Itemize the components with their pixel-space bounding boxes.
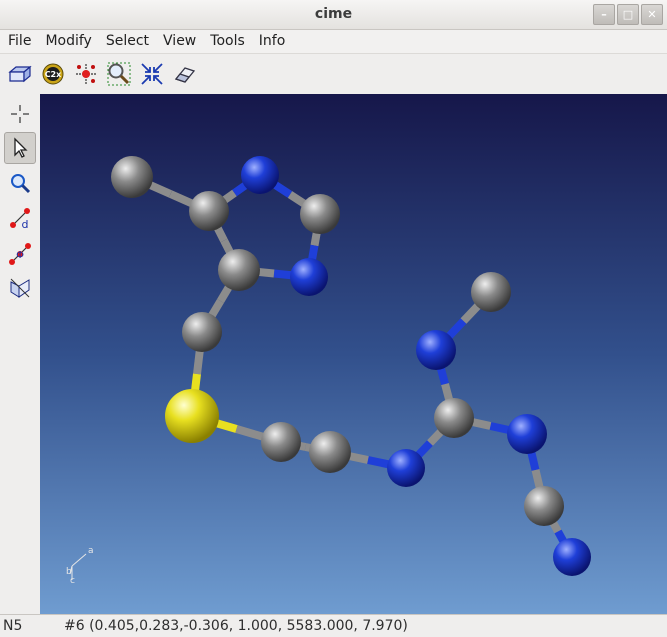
carbon-atom[interactable]	[261, 422, 301, 462]
menu-tools[interactable]: Tools	[204, 33, 251, 49]
pointer-arrow-icon	[14, 137, 28, 158]
zoom-region-button[interactable]	[106, 61, 132, 87]
axis-label-a: a	[88, 546, 94, 556]
angle-tool-button[interactable]: Φ	[4, 238, 36, 270]
zoom-tool-button[interactable]	[4, 167, 36, 199]
measure-angle-icon: Φ	[9, 243, 31, 265]
minimize-button[interactable]: –	[593, 4, 615, 25]
measure-distance-icon: d	[10, 208, 30, 230]
nitrogen-atom[interactable]	[416, 330, 456, 370]
menu-modify[interactable]: Modify	[39, 33, 97, 49]
maximize-button[interactable]: □	[617, 4, 639, 25]
molecule-canvas[interactable]: a b c	[40, 94, 667, 614]
atom-bond-center-button[interactable]	[73, 61, 99, 87]
toolbar: C2x	[0, 53, 667, 94]
side-toolbar: d Φ	[0, 94, 40, 614]
bond-layer	[130, 171, 576, 559]
nitrogen-atom[interactable]	[387, 449, 425, 487]
carbon-atom[interactable]	[434, 398, 474, 438]
carbon-atom[interactable]	[182, 312, 222, 352]
menu-bar: File Modify Select View Tools Info	[0, 30, 667, 52]
svg-text:d: d	[22, 218, 29, 230]
unit-cell-box-icon	[8, 65, 32, 83]
molecule-viewport[interactable]: a b c	[40, 94, 667, 614]
menu-info[interactable]: Info	[253, 33, 292, 49]
nitrogen-atom[interactable]	[507, 414, 547, 454]
nitrogen-atom[interactable]	[241, 156, 279, 194]
atom-bond-center-icon	[76, 64, 96, 84]
carbon-atom[interactable]	[189, 191, 229, 231]
fit-center-button[interactable]	[139, 61, 165, 87]
carbon-atom[interactable]	[309, 431, 351, 473]
unit-cell-box-button[interactable]	[7, 61, 33, 87]
sulfur-atom[interactable]	[165, 389, 219, 443]
eraser-icon	[174, 67, 196, 83]
nitrogen-atom[interactable]	[553, 538, 591, 576]
measure-torsion-icon	[10, 278, 30, 298]
carbon-atom[interactable]	[218, 249, 260, 291]
menu-view[interactable]: View	[157, 33, 202, 49]
select-tool-button[interactable]	[4, 132, 36, 164]
selected-atom-label: N5	[3, 618, 23, 634]
close-button[interactable]: ✕	[641, 4, 663, 25]
carbon-atom[interactable]	[524, 486, 564, 526]
carbon-atom[interactable]	[300, 194, 340, 234]
window-title: cime	[314, 6, 353, 22]
svg-text:Φ: Φ	[16, 250, 24, 261]
fit-center-icon	[141, 63, 163, 85]
crosshair-tool-button[interactable]	[4, 98, 36, 130]
menu-file[interactable]: File	[2, 33, 37, 49]
svg-text:C2x: C2x	[45, 70, 62, 79]
carbon-atom[interactable]	[471, 272, 511, 312]
distance-tool-button[interactable]: d	[4, 202, 36, 234]
carbon-atom[interactable]	[111, 156, 153, 198]
nitrogen-atom[interactable]	[290, 258, 328, 296]
magnifier-icon	[11, 174, 31, 194]
status-bar: N5 #6 (0.405,0.283,-0.306, 1.000, 5583.0…	[0, 614, 667, 637]
symmetry-button[interactable]: C2x	[40, 61, 66, 87]
atom-layer	[111, 156, 591, 576]
title-bar: cime – □ ✕	[0, 0, 667, 30]
atom-info-text: #6 (0.405,0.283,-0.306, 1.000, 5583.000,…	[64, 618, 408, 634]
menu-select[interactable]: Select	[100, 33, 155, 49]
axis-label-c: c	[70, 576, 75, 586]
torsion-tool-button[interactable]	[4, 272, 36, 304]
window-controls: – □ ✕	[593, 4, 663, 25]
symmetry-c2-icon: C2x	[42, 63, 64, 85]
eraser-button[interactable]	[172, 61, 198, 87]
zoom-region-icon	[107, 62, 131, 86]
axis-indicator: a b c	[66, 546, 94, 586]
crosshair-icon	[11, 105, 29, 123]
